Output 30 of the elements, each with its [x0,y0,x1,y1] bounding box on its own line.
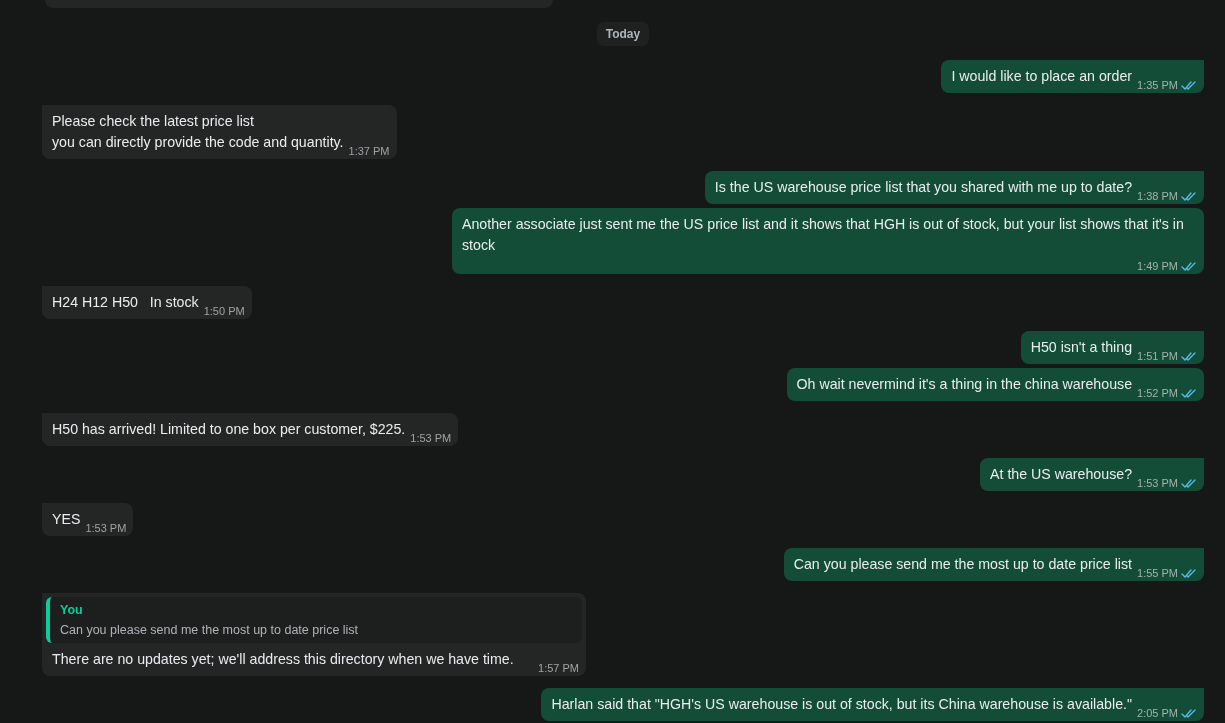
message-text: Harlan said that "HGH's US warehouse is out of stock, but its China warehouse is available." [551,695,1133,714]
message-text: There are no updates yet; we'll address this directory when we have time. [52,650,514,669]
message-time: 1:49 PM [1137,260,1178,272]
message-text: Is the US warehouse price list that you shared with me up to date? [714,178,1133,197]
message-text: At the US warehouse? [990,465,1133,484]
message-time: 1:50 PM [203,305,245,317]
date-divider: Today [596,22,650,46]
message-text: Can you please send me the most up to date price list [793,555,1133,574]
message-time: 1:53 PM [85,522,127,534]
message-time: 1:51 PM [1137,350,1178,362]
message-time: 1:55 PM [1137,567,1178,579]
message-time: 1:38 PM [1137,190,1178,202]
message-text: I would like to place an order [951,67,1133,86]
message-text: YES [52,510,81,529]
message-text: Please check the latest price list you can directly provide the code and quantity. [52,112,344,152]
quote-author: You [60,603,84,617]
message-text: Another associate just sent me the US price list and it shows that HGH is out of stock, but your list shows that it's in stock [462,215,1185,255]
quote-text: Can you please send me the most up to date price list [60,623,360,637]
message-time: 1:35 PM [1137,79,1178,91]
message-time: 2:05 PM [1137,707,1178,719]
message-text: H50 isn't a thing [1030,338,1133,357]
message-text: Oh wait nevermind it's a thing in the china warehouse [796,375,1133,394]
message-time: 1:52 PM [1137,387,1178,399]
message-time: 1:57 PM [538,662,579,674]
quoted-message[interactable]: You Can you please send me the most up to date price list [46,597,582,643]
message-time: 1:53 PM [1137,477,1178,489]
message-text: H24 H12 H50 In stock [52,293,199,312]
message-time: 1:37 PM [348,145,390,157]
message-time: 1:53 PM [410,432,452,444]
message-text: H50 has arrived! Limited to one box per customer, $225. [52,420,406,439]
